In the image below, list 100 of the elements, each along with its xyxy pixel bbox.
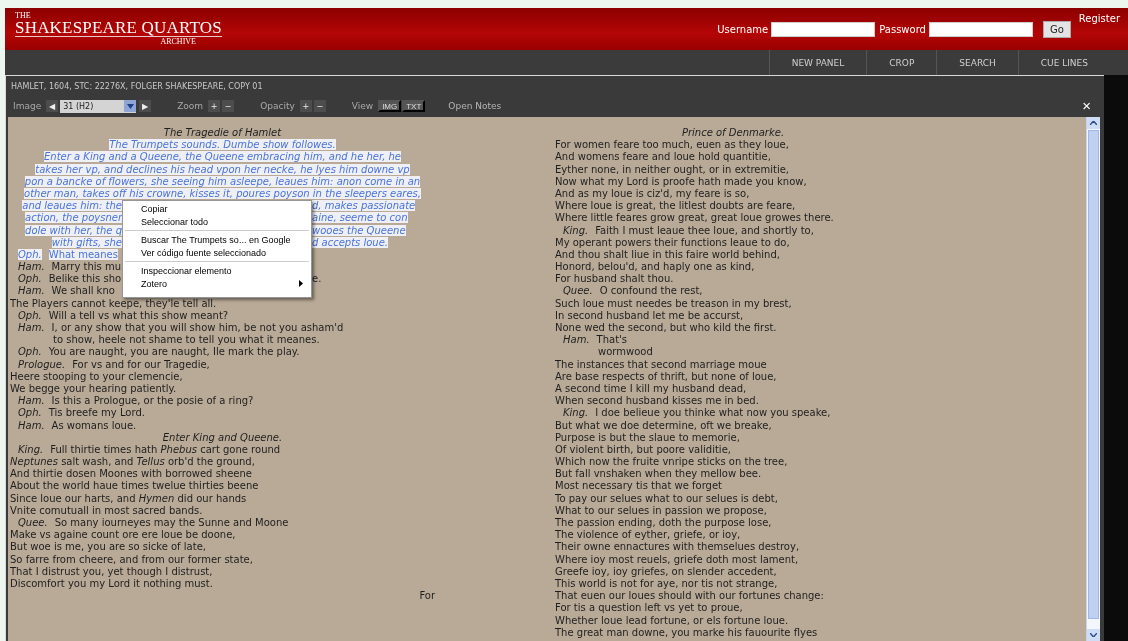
verse-line: So farre from cheere, and from our former state, (10, 553, 253, 565)
verse-line: Eyther none, in neither ought, or in extremitie, (555, 163, 790, 175)
menu-item[interactable]: Copiar (123, 202, 311, 216)
verse-line: For vs and for our Tragedie, (72, 358, 210, 370)
register-link[interactable]: Register (1078, 13, 1120, 24)
stage-direction: wooes the Queene (312, 224, 406, 236)
stage-direction: other man, takes off his crowne, kisses it, poures poyson in the sleepers eares, (24, 187, 421, 199)
stage-direction: takes her vp, and declines his head vpon her necke, he lyes him downe vp (35, 163, 410, 175)
opacity-up-button[interactable]: + (299, 100, 312, 112)
stage-direction: with gifts, she (51, 236, 122, 248)
scrollbar[interactable] (1086, 117, 1100, 641)
stage-direction: Enter a King and a Queene, the Queene embracing him, and he her, he (44, 151, 401, 163)
verse-line: Will a tell vs what this show meant? (48, 309, 229, 321)
speaker-name: Oph. (18, 273, 42, 285)
stage-direction: The Trumpets sounds. Dumbe show followes. (109, 139, 336, 151)
field-label: Username (717, 23, 769, 35)
speaker-name: Oph. (18, 346, 42, 358)
scroll-up-icon[interactable] (1090, 121, 1097, 125)
verse-line: The great man downe, you marke his fauourite flyes (555, 626, 818, 638)
verse-line: Honord, belou'd, and haply one as kind, (555, 261, 755, 273)
verse-line: Such loue must needes be treason in my brest, (555, 297, 792, 309)
zoom-out-button[interactable]: − (222, 100, 235, 112)
stage-direction: d, makes passionate (312, 200, 416, 212)
verse-line: A second time I kill my husband dead, (555, 382, 747, 394)
verse-line: For women feare too much, euen as they loue, (555, 139, 789, 151)
stage-direction: d accepts loue. (312, 236, 389, 248)
speaker-name: Ham. (18, 285, 45, 297)
submenu-arrow-icon (299, 280, 303, 288)
verse-line: I, or any show that you will show him, be not you asham'd (51, 322, 344, 333)
close-button[interactable]: × (1082, 100, 1091, 112)
speaker-name: Ham. (563, 334, 590, 346)
catchword: For (419, 590, 435, 602)
speaker-name: Ham. (18, 261, 45, 273)
verse-line: to show, heele not shame to tell you what it meanes. (53, 334, 320, 346)
verse-line: Is this a Prologue, or the posie of a ring? (51, 395, 254, 407)
verse-line: Are base respects of thrift, but none of loue, (555, 370, 777, 382)
menu-item[interactable]: Inspeccionar elemento (123, 264, 311, 278)
speaker-name: King. (563, 224, 589, 236)
menu-item[interactable]: Zotero (123, 277, 311, 291)
context-menu[interactable]: Copiar Seleccionar todo Buscar The Trumpets so... en Google Ver código fuente seleccionado Inspeccionar elemento Zotero (122, 200, 312, 298)
toolbar-label: Image (13, 101, 42, 111)
verse-line: That's (596, 334, 628, 346)
speaker-name: King. (563, 407, 589, 419)
verse-line: For tis a question left vs yet to proue, (555, 602, 743, 614)
username-field[interactable] (771, 21, 876, 37)
verse-line: Full thirtie times hath Phebus cart gone round (50, 443, 281, 455)
verse-line: Which now the fruite vnripe sticks on the tree, (555, 456, 788, 468)
verse-line: As womans loue. (51, 419, 137, 431)
speaker-name: Ham. (18, 322, 45, 333)
stage-direction: and leaues him: the (22, 200, 122, 212)
verse-line: And womens feare and loue hold quantitie, (555, 151, 771, 163)
toolbar-label: Zoom (177, 101, 204, 111)
verse-line: In second husband let me be accurst, (555, 309, 744, 321)
menu-item[interactable]: Buscar The Trumpets so... en Google (123, 233, 311, 247)
verse-line: So many iourneyes may the Sunne and Moone (54, 517, 289, 528)
logo-small-text: ARCHIVE (160, 38, 196, 46)
verse-line: Belike this sho (48, 273, 122, 285)
verse-line: That I distrust you, yet though I distrust, (10, 565, 213, 577)
verse-line: Greefe ioy, ioy griefes, on slender accedent, (555, 565, 777, 577)
verse-line: I doe belieue you thinke what now you speake, (595, 407, 831, 419)
speaker-name: Ham. (18, 419, 45, 431)
verse-line: Heere stooping to your clemencie, (10, 370, 183, 382)
page-dropdown[interactable]: 31 (H2) (60, 99, 137, 113)
menu-item[interactable]: Seleccionar todo (123, 215, 311, 229)
speaker-name: King. (18, 443, 44, 455)
verse-line: Since loue our harts, and Hymen did our hands (10, 492, 247, 504)
password-field[interactable] (928, 21, 1033, 37)
verse-line: My operant powers their functions leaue to do, (555, 236, 790, 248)
verse-line: About the world haue times twelue thirties beene (10, 480, 259, 492)
stage-direction: Prince of Denmarke. (681, 127, 785, 138)
view-button[interactable]: TXT (402, 100, 426, 112)
verse-line: Purpose is but the slaue to memorie, (555, 431, 740, 443)
stage-direction: action, the poysner (25, 212, 122, 224)
speaker-name: Quee. (563, 285, 593, 297)
verse-line: O confound the rest, (599, 285, 703, 297)
verse-line: When second husband kisses me in bed. (555, 395, 759, 407)
verse-line: Where little feares grow great, great loue growes there. (555, 212, 834, 224)
open-notes-link[interactable]: Open Notes (448, 101, 502, 111)
verse-line: Neptunes salt wash, and Tellus orb'd the ground, (10, 456, 255, 468)
next-page-button[interactable]: ▶ (139, 100, 152, 112)
stage-direction: Enter King and Queene. (162, 431, 283, 443)
opacity-down-button[interactable]: − (313, 100, 326, 112)
verse-line: This world is not for aye, nor tis not strange, (555, 577, 778, 589)
toolbar-label: Opacity (260, 101, 295, 111)
previous-page-button[interactable]: ◀ (46, 100, 59, 112)
go-button[interactable]: Go (1042, 20, 1071, 38)
verse-line: The passion ending, doth the purpose lose, (555, 517, 772, 528)
verse-line: e. (312, 273, 322, 285)
verse-line: That euen our loues should with our fortunes change: (555, 590, 824, 602)
verse-line: Make vs againe count ore ere loue be doone, (10, 529, 236, 541)
scroll-down-icon[interactable] (1090, 633, 1097, 637)
stage-direction: aine, seeme to con (312, 212, 408, 224)
view-button[interactable]: IMG (378, 100, 402, 112)
site-logo-title[interactable]: SHAKESPEARE QUARTOS (15, 19, 222, 37)
verse-line: But what we doe determine, oft we breake, (555, 419, 772, 431)
verse-line: But fall vnshaken when they mellow bee. (555, 468, 762, 480)
menu-item[interactable]: Ver código fuente seleccionado (123, 246, 311, 260)
verse-line: To pay our selues what to our selues is debt, (555, 492, 778, 504)
speaker-name: Oph. (18, 248, 42, 260)
zoom-in-button[interactable]: + (208, 100, 221, 112)
